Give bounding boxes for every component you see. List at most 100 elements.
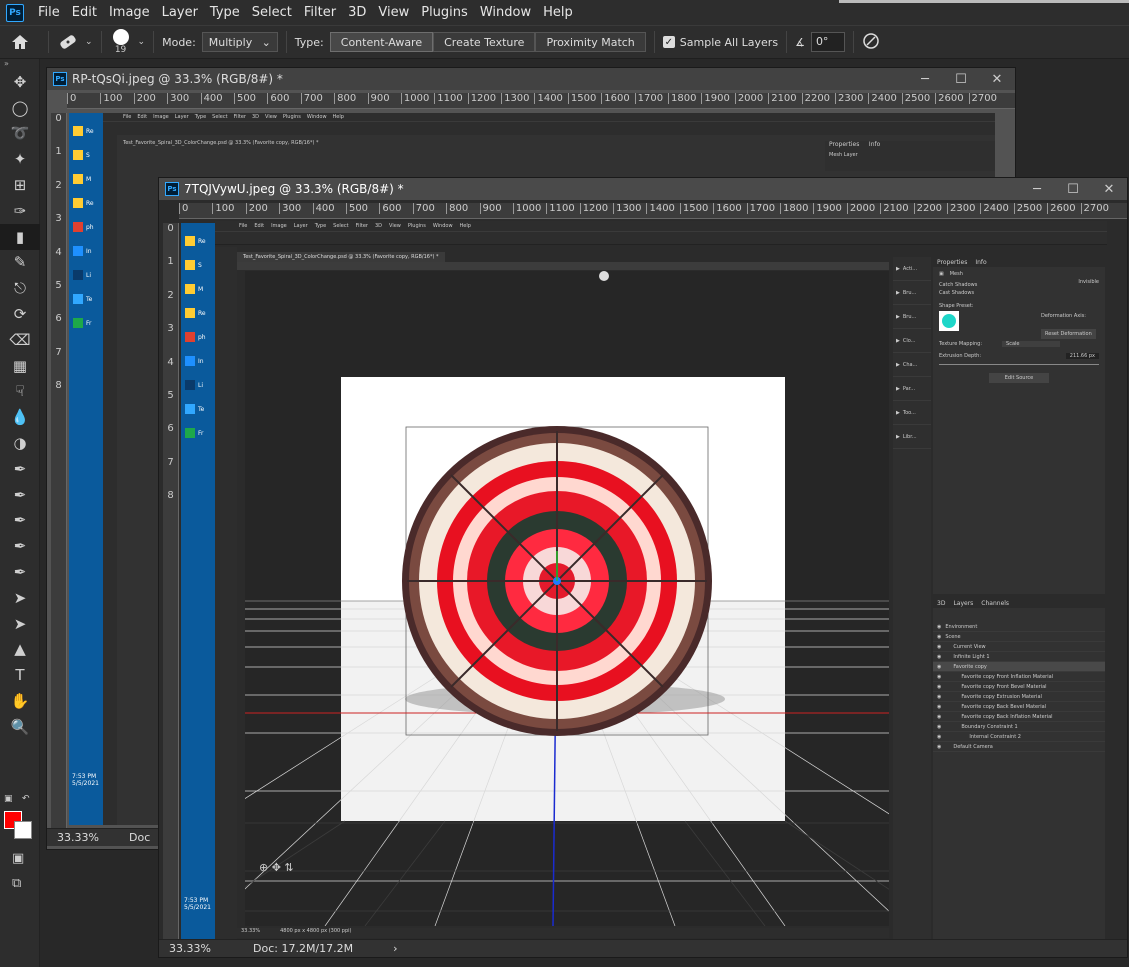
menu-select[interactable]: Select (246, 5, 298, 20)
chevron-down-icon[interactable]: ⌄ (138, 37, 146, 47)
inner-menu-item[interactable]: File (239, 223, 247, 229)
taskbar-item[interactable]: Re (69, 191, 103, 215)
shape-tool-icon[interactable]: ▲ (0, 637, 40, 663)
taskbar-item[interactable]: Re (181, 301, 215, 325)
default-colors-icon[interactable]: ▣ (4, 794, 13, 804)
magic-wand-icon[interactable]: ✦ (0, 146, 40, 172)
inner-menu-item[interactable]: Type (195, 114, 206, 120)
visibility-eye-icon[interactable]: ◉ (937, 644, 941, 650)
screen-mode-icon[interactable]: ⧉ (12, 876, 21, 891)
visibility-eye-icon[interactable]: ◉ (937, 744, 941, 750)
taskbar-item[interactable]: S (69, 143, 103, 167)
visibility-eye-icon[interactable]: ◉ (937, 664, 941, 670)
invisible-checkbox[interactable]: Invisible (1078, 279, 1099, 285)
mesh-icon[interactable]: ▣ (939, 271, 944, 277)
menu-view[interactable]: View (372, 5, 415, 20)
proximity-match-button[interactable]: Proximity Match (535, 32, 646, 52)
maximize-button[interactable]: ☐ (943, 72, 979, 87)
clone-stamp-icon[interactable]: ⎋ (0, 275, 40, 301)
close-button[interactable]: ✕ (1091, 182, 1127, 197)
healing-brush-icon[interactable]: ▮ (0, 223, 40, 250)
visibility-eye-icon[interactable]: ◉ (937, 684, 941, 690)
inner-menu-item[interactable]: View (265, 114, 277, 120)
create-texture-button[interactable]: Create Texture (433, 32, 536, 52)
taskbar-item[interactable]: Fr (69, 311, 103, 335)
chevron-right-icon[interactable]: › (393, 942, 397, 955)
swap-colors-icon[interactable]: ↶ (22, 794, 30, 804)
mini-panel-button[interactable]: ▶ Acti... (893, 257, 931, 281)
3d-viewport[interactable]: ⊕ ✥ ⇅ (245, 271, 889, 926)
inner-menu-item[interactable]: Plugins (283, 114, 301, 120)
mini-panel-button[interactable]: ▶ Par... (893, 377, 931, 401)
inner-menu-item[interactable]: Window (307, 114, 327, 120)
history-brush-icon[interactable]: ⟳ (0, 301, 40, 327)
visibility-eye-icon[interactable]: ◉ (937, 654, 941, 660)
taskbar-item[interactable]: ph (181, 325, 215, 349)
taskbar-item[interactable]: In (69, 239, 103, 263)
layer-row[interactable]: ◉ Boundary Constraint 1 (933, 722, 1105, 732)
crop-tool-icon[interactable]: ⊞ (0, 172, 40, 198)
layer-row[interactable]: ◉ Default Camera (933, 742, 1105, 752)
inner-document-tab[interactable]: Test_Favorite_Spiral_3D_ColorChange.psd … (237, 252, 445, 262)
eyedropper-icon[interactable]: ✑ (0, 198, 40, 224)
menu-layer[interactable]: Layer (156, 5, 204, 20)
mini-panel-button[interactable]: ▶ Cha... (893, 353, 931, 377)
menu-edit[interactable]: Edit (66, 5, 103, 20)
hand-tool-icon[interactable]: ✋ (0, 688, 40, 714)
inner-menu-item[interactable]: Window (433, 223, 453, 229)
visibility-eye-icon[interactable]: ◉ (937, 704, 941, 710)
menu-help[interactable]: Help (537, 5, 579, 20)
visibility-eye-icon[interactable]: ◉ (937, 674, 941, 680)
menu-window[interactable]: Window (474, 5, 537, 20)
layer-row[interactable]: ◉ Current View (933, 642, 1105, 652)
layer-row[interactable]: ◉ Favorite copy Extrusion Material (933, 692, 1105, 702)
blur-tool-icon[interactable]: 💧 (0, 404, 40, 430)
background-color-swatch[interactable] (14, 821, 32, 839)
inner-menu-item[interactable]: Edit (137, 114, 147, 120)
zoom-tool-icon[interactable]: 🔍 (0, 714, 40, 740)
back-inner-tab[interactable]: Test_Favorite_Spiral_3D_ColorChange.psd … (123, 140, 319, 146)
layer-row[interactable]: ◉ Environment (933, 622, 1105, 632)
inner-menu-item[interactable]: View (389, 223, 401, 229)
mode-select[interactable]: Multiply ⌄ (201, 32, 278, 52)
pen-tool-icon[interactable]: ✒ (0, 456, 40, 482)
taskbar-item[interactable]: M (69, 167, 103, 191)
move-tool-icon[interactable]: ✥ (0, 69, 40, 95)
extrusion-depth-input[interactable]: 211.66 px (1065, 353, 1099, 359)
taskbar-item[interactable]: Li (69, 263, 103, 287)
visibility-eye-icon[interactable]: ◉ (937, 714, 941, 720)
delete-anchor-icon[interactable]: ✒ (0, 559, 40, 585)
gradient-tool-icon[interactable]: ▦ (0, 353, 40, 379)
angle-input[interactable]: 0° (810, 32, 845, 52)
channels-tab[interactable]: Channels (977, 598, 1013, 608)
mini-panel-button[interactable]: ▶ Clo... (893, 329, 931, 353)
front-zoom-value[interactable]: 33.33% (169, 942, 241, 955)
inner-menu-item[interactable]: Help (333, 114, 344, 120)
taskbar-item[interactable]: ph (69, 215, 103, 239)
type-tool-icon[interactable]: T (0, 662, 40, 688)
direct-selection-icon[interactable]: ➤ (0, 611, 40, 637)
collapse-icon[interactable]: » (0, 59, 39, 69)
close-button[interactable]: ✕ (979, 72, 1015, 87)
shape-preset-swatch[interactable] (939, 311, 959, 331)
menu-type[interactable]: Type (204, 5, 246, 20)
layer-row[interactable]: ◉ Internal Constraint 2 (933, 732, 1105, 742)
layer-row[interactable]: ◉ Favorite copy Back Bevel Material (933, 702, 1105, 712)
layer-row[interactable]: ◉ Favorite copy Front Inflation Material (933, 672, 1105, 682)
inner-menu-item[interactable]: Layer (294, 223, 308, 229)
inner-menu-item[interactable]: Image (153, 114, 169, 120)
inner-menu-item[interactable]: 3D (375, 223, 382, 229)
taskbar-item[interactable]: Te (181, 397, 215, 421)
minimize-button[interactable]: ─ (1019, 182, 1055, 197)
marquee-tool-icon[interactable]: ◯ (0, 95, 40, 121)
taskbar-item[interactable]: Te (69, 287, 103, 311)
taskbar-item[interactable]: Re (69, 119, 103, 143)
info-tab[interactable]: Info (865, 139, 884, 150)
mini-panel-button[interactable]: ▶ Libr... (893, 425, 931, 449)
home-icon[interactable] (0, 34, 40, 50)
taskbar-item[interactable]: S (181, 253, 215, 277)
menu-filter[interactable]: Filter (298, 5, 342, 20)
layer-row[interactable]: ◉ Favorite copy Back Inflation Material (933, 712, 1105, 722)
sample-all-layers-checkbox[interactable]: ✓ Sample All Layers (662, 36, 778, 49)
minimize-button[interactable]: ─ (907, 72, 943, 87)
